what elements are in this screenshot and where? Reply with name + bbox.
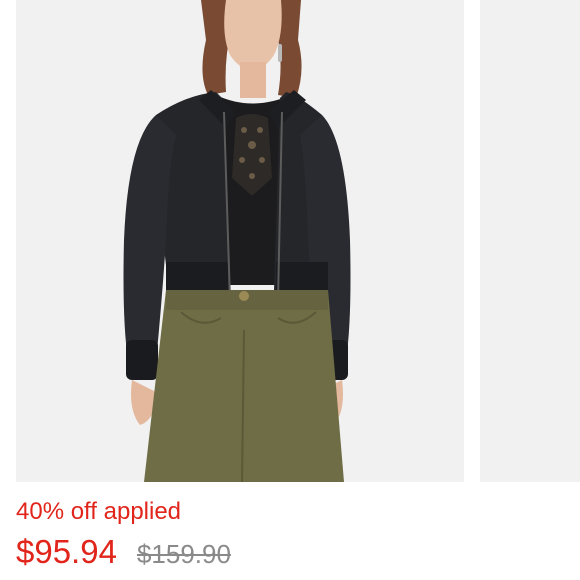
- image-carousel[interactable]: [0, 0, 580, 482]
- product-photo: [16, 0, 464, 482]
- original-price: $159.90: [136, 539, 231, 569]
- price-row: $95.94 $159.90: [16, 532, 231, 572]
- product-page: 40% off applied $95.94 $159.90: [0, 0, 580, 580]
- product-image-card[interactable]: [16, 0, 464, 482]
- sale-price: $95.94: [16, 533, 117, 570]
- next-image-card-preview[interactable]: [480, 0, 580, 482]
- discount-label: 40% off applied: [16, 498, 182, 525]
